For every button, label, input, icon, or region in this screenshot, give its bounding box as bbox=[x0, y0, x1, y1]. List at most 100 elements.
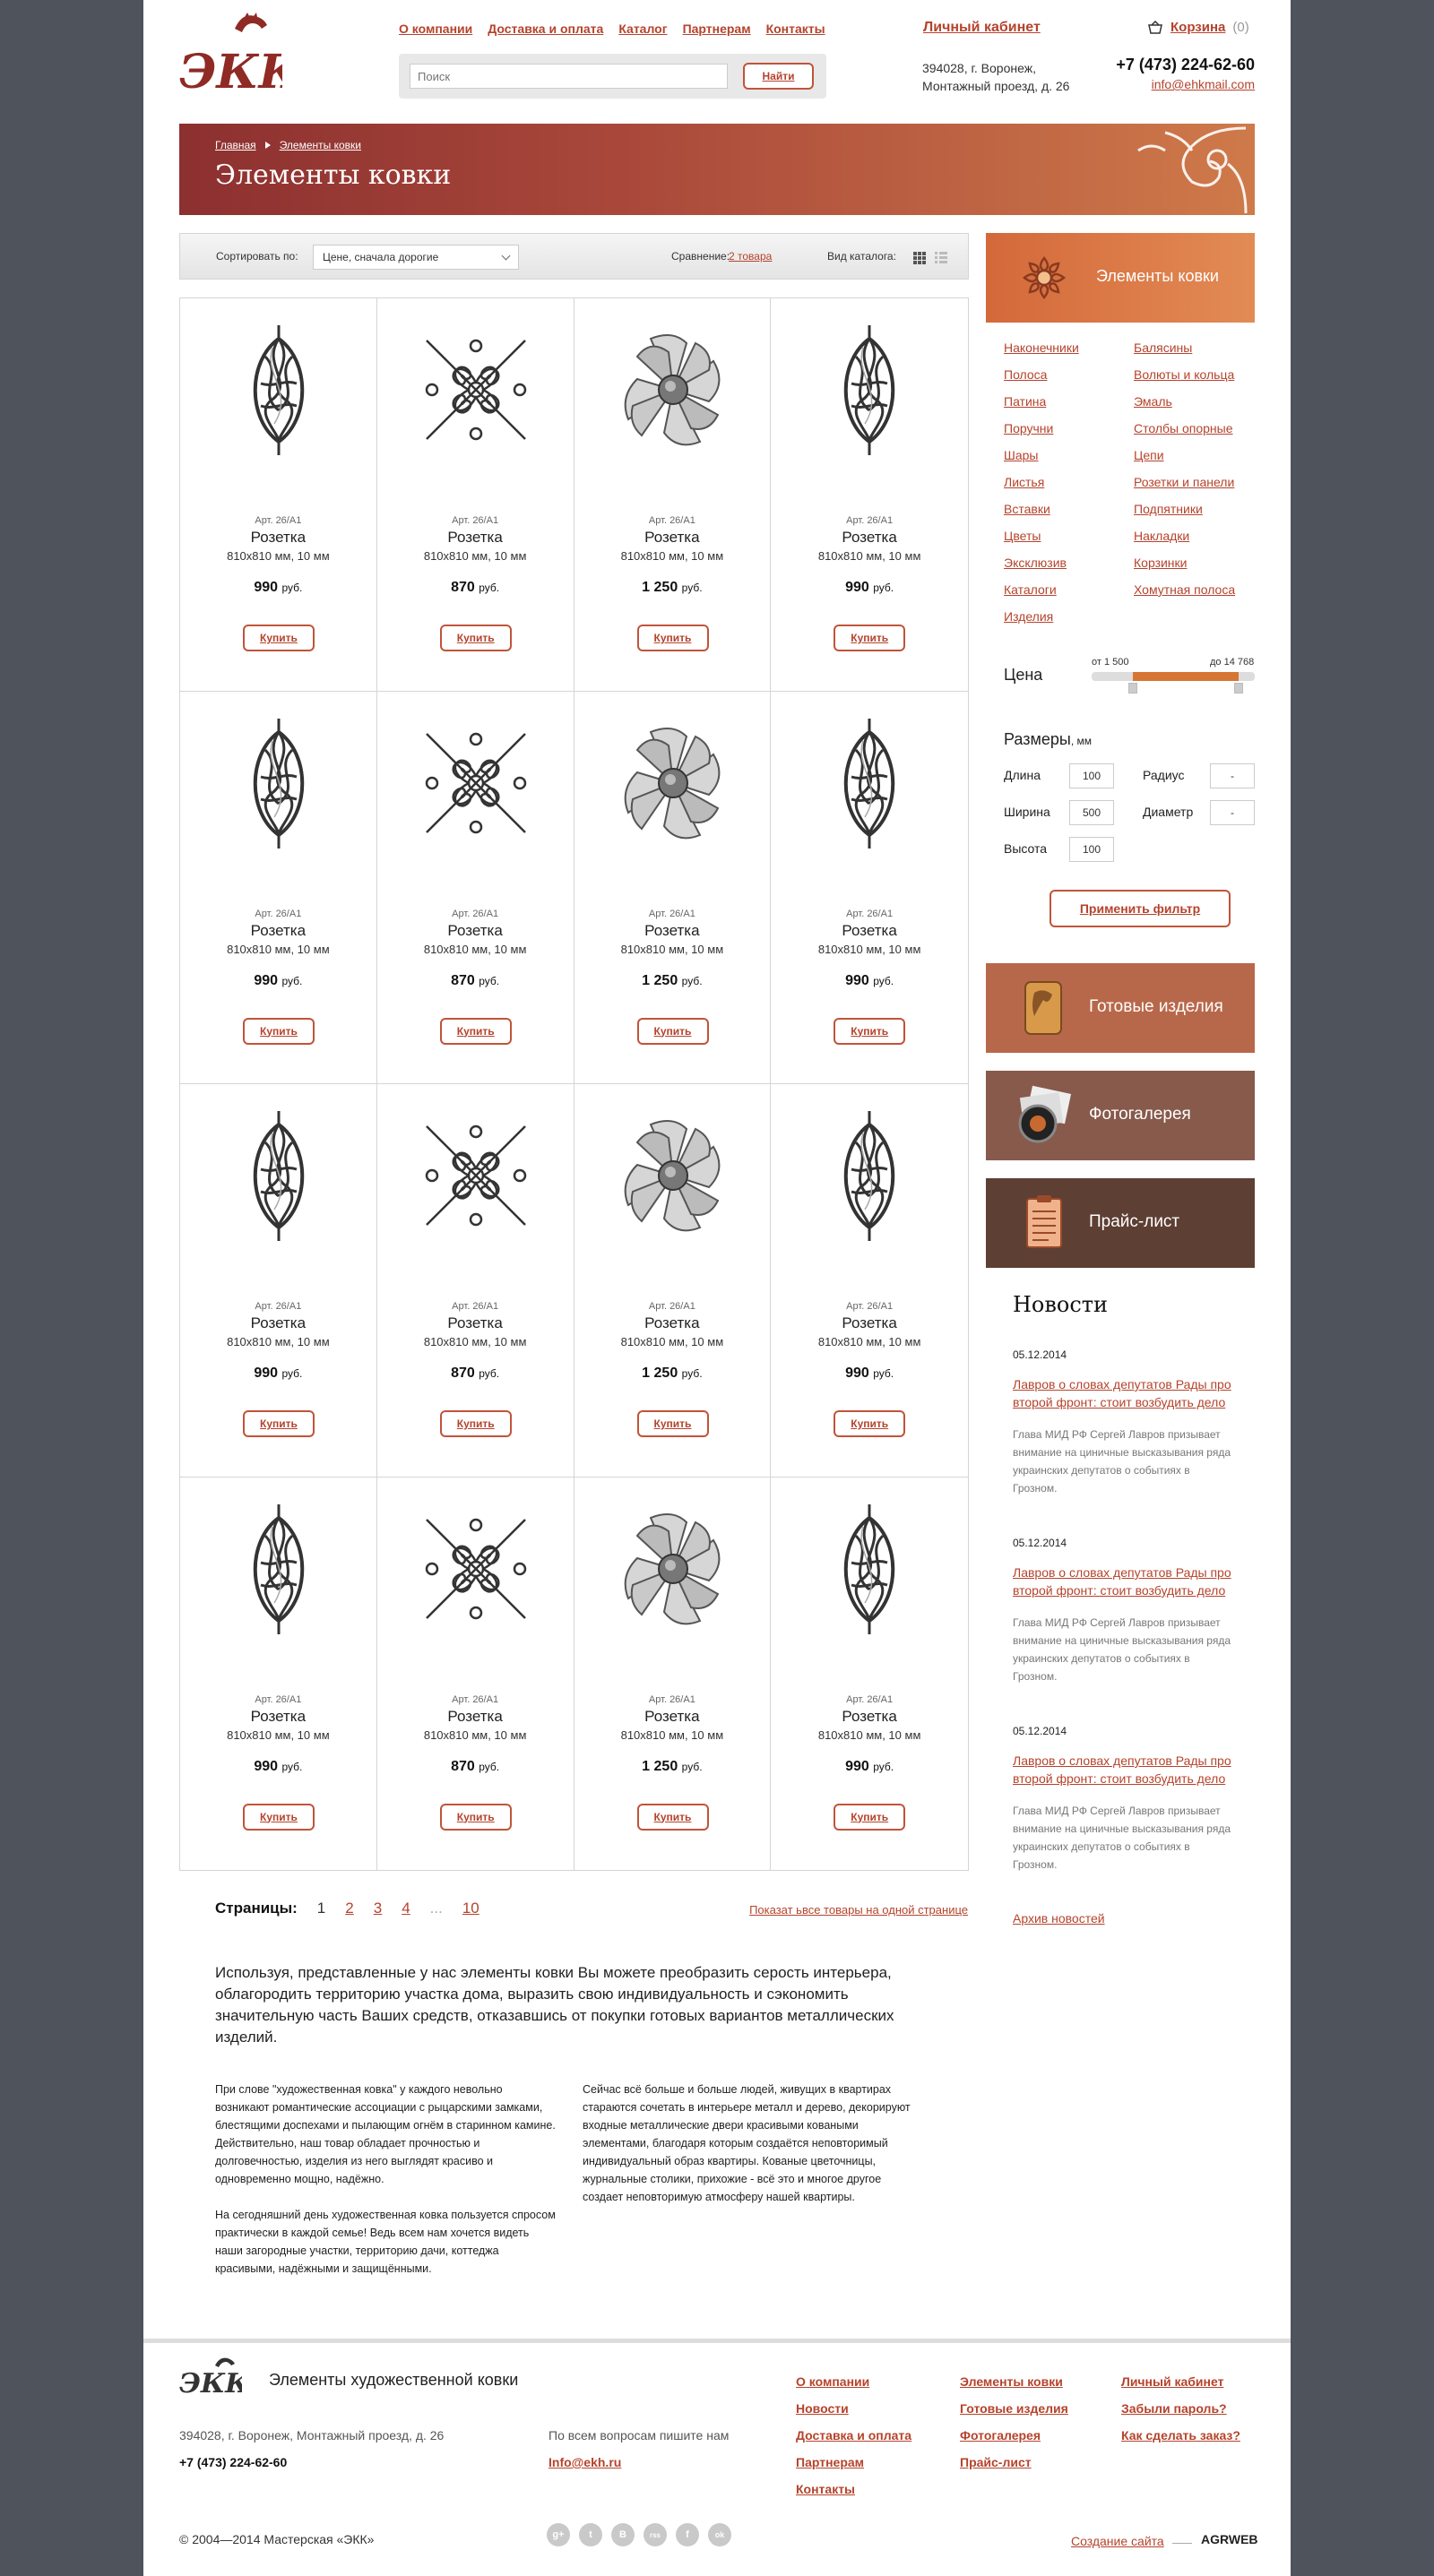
footer-link[interactable]: Прайс-лист bbox=[960, 2455, 1112, 2470]
product-name[interactable]: Розетка bbox=[180, 1314, 376, 1332]
grid-view-icon[interactable] bbox=[913, 252, 926, 264]
category-link[interactable]: Вставки bbox=[1004, 502, 1134, 518]
site-creation-link[interactable]: Создание сайта bbox=[1071, 2534, 1164, 2548]
footer-link[interactable]: Партнерам bbox=[796, 2455, 948, 2470]
buy-button[interactable]: Купить bbox=[243, 1017, 315, 1045]
category-link[interactable]: Накладки bbox=[1134, 529, 1255, 545]
product-image[interactable] bbox=[418, 1500, 534, 1639]
category-link[interactable]: Эмаль bbox=[1134, 394, 1255, 410]
product-name[interactable]: Розетка bbox=[574, 529, 771, 547]
category-header[interactable]: Элементы ковки bbox=[986, 233, 1255, 323]
category-link[interactable]: Хомутная полоса bbox=[1134, 582, 1255, 599]
apply-filter-button[interactable]: Применить фильтр bbox=[1050, 890, 1231, 927]
logo[interactable]: ЭКК bbox=[179, 9, 302, 99]
category-link[interactable]: Эксклюзив bbox=[1004, 556, 1134, 572]
category-link[interactable]: Балясины bbox=[1134, 340, 1255, 357]
buy-button[interactable]: Купить bbox=[834, 1017, 906, 1045]
search-button[interactable]: Найти bbox=[743, 63, 814, 90]
buy-button[interactable]: Купить bbox=[834, 1410, 906, 1437]
nav-delivery[interactable]: Доставка и оплата bbox=[488, 22, 603, 36]
twitter-icon[interactable]: t bbox=[579, 2523, 602, 2546]
pager-page[interactable]: 4 bbox=[402, 1900, 410, 1917]
price-list-banner[interactable]: Прайс-лист bbox=[986, 1178, 1255, 1268]
news-headline[interactable]: Лавров о словах депутатов Рады про второ… bbox=[1013, 1564, 1237, 1599]
product-name[interactable]: Розетка bbox=[377, 529, 574, 547]
product-card[interactable]: Арт. 26/А1 Розетка 810х810 мм, 10 мм 1 250 … bbox=[574, 298, 772, 692]
cart-link[interactable]: Корзина (0) bbox=[1147, 20, 1249, 35]
product-card[interactable]: Арт. 26/А1 Розетка 810х810 мм, 10 мм 990 ру… bbox=[771, 1478, 968, 1871]
nav-contacts[interactable]: Контакты bbox=[766, 22, 825, 36]
pager-page[interactable]: 2 bbox=[345, 1900, 353, 1917]
footer-link[interactable]: Элементы ковки bbox=[960, 2374, 1112, 2390]
footer-link[interactable]: Личный кабинет bbox=[1121, 2374, 1274, 2390]
search-input[interactable] bbox=[410, 64, 728, 89]
pager-page[interactable]: 3 bbox=[374, 1900, 382, 1917]
product-card[interactable]: Арт. 26/А1 Розетка 810х810 мм, 10 мм 990 ру… bbox=[180, 298, 377, 692]
buy-button[interactable]: Купить bbox=[439, 625, 512, 651]
news-archive-link[interactable]: Архив новостей bbox=[1013, 1911, 1105, 1926]
height-input[interactable] bbox=[1069, 837, 1114, 862]
buy-button[interactable]: Купить bbox=[243, 1803, 315, 1831]
product-name[interactable]: Розетка bbox=[377, 1314, 574, 1332]
news-headline[interactable]: Лавров о словах депутатов Рады про второ… bbox=[1013, 1375, 1237, 1411]
list-view-icon[interactable] bbox=[935, 252, 947, 264]
buy-button[interactable]: Купить bbox=[439, 1410, 512, 1437]
product-name[interactable]: Розетка bbox=[771, 529, 968, 547]
product-name[interactable]: Розетка bbox=[180, 529, 376, 547]
footer-link[interactable]: О компании bbox=[796, 2374, 948, 2390]
facebook-icon[interactable]: f bbox=[676, 2523, 699, 2546]
product-image[interactable] bbox=[615, 1500, 731, 1639]
category-link[interactable]: Подпятники bbox=[1134, 502, 1255, 518]
pager-last-page[interactable]: 10 bbox=[462, 1900, 479, 1917]
product-card[interactable]: Арт. 26/А1 Розетка 810х810 мм, 10 мм 870 ру… bbox=[377, 1477, 574, 1870]
photo-gallery-banner[interactable]: Фотогалерея bbox=[986, 1071, 1255, 1160]
product-image[interactable] bbox=[811, 321, 928, 460]
category-link[interactable]: Розетки и панели bbox=[1134, 475, 1255, 491]
product-image[interactable] bbox=[418, 1107, 534, 1245]
google-plus-icon[interactable]: g+ bbox=[547, 2523, 570, 2546]
breadcrumb-current[interactable]: Элементы ковки bbox=[280, 139, 361, 151]
product-card[interactable]: Арт. 26/А1 Розетка 810х810 мм, 10 мм 870 ру… bbox=[376, 1084, 574, 1478]
product-name[interactable]: Розетка bbox=[771, 1314, 968, 1332]
product-card[interactable]: Арт. 26/А1 Розетка 810х810 мм, 10 мм 1 250 … bbox=[574, 691, 772, 1084]
product-card[interactable]: Арт. 26/А1 Розетка 810х810 мм, 10 мм 870 ру… bbox=[376, 298, 574, 692]
category-link[interactable]: Поручни bbox=[1004, 421, 1134, 437]
nav-about[interactable]: О компании bbox=[399, 22, 472, 36]
product-card[interactable]: Арт. 26/А1 Розетка 810х810 мм, 10 мм 990 ру… bbox=[180, 1477, 377, 1870]
category-link[interactable]: Цветы bbox=[1004, 529, 1134, 545]
account-link[interactable]: Личный кабинет bbox=[923, 20, 1041, 36]
product-name[interactable]: Розетка bbox=[377, 1708, 574, 1726]
sort-select[interactable]: Цене, сначала дорогие bbox=[313, 245, 519, 270]
buy-button[interactable]: Купить bbox=[636, 1803, 709, 1831]
agency-logo[interactable]: AGRWEB bbox=[1201, 2532, 1258, 2546]
product-card[interactable]: Арт. 26/А1 Розетка 810х810 мм, 10 мм 1 250 … bbox=[574, 1477, 772, 1870]
product-name[interactable]: Розетка bbox=[771, 1708, 968, 1726]
footer-link[interactable]: Забыли пароль? bbox=[1121, 2401, 1274, 2417]
buy-button[interactable]: Купить bbox=[243, 625, 315, 651]
product-name[interactable]: Розетка bbox=[771, 922, 968, 940]
product-image[interactable] bbox=[811, 1500, 928, 1639]
product-image[interactable] bbox=[418, 321, 534, 460]
buy-button[interactable]: Купить bbox=[439, 1803, 512, 1831]
product-name[interactable]: Розетка bbox=[574, 1314, 771, 1332]
header-email[interactable]: info@ehkmail.com bbox=[1152, 77, 1255, 91]
footer-link[interactable]: Готовые изделия bbox=[960, 2401, 1112, 2417]
price-slider-min-handle[interactable] bbox=[1127, 683, 1137, 694]
product-image[interactable] bbox=[418, 714, 534, 853]
product-image[interactable] bbox=[220, 1107, 337, 1245]
product-image[interactable] bbox=[220, 1500, 337, 1639]
nav-partners[interactable]: Партнерам bbox=[683, 22, 751, 36]
category-link[interactable]: Корзинки bbox=[1134, 556, 1255, 572]
product-image[interactable] bbox=[220, 714, 337, 853]
product-image[interactable] bbox=[811, 1107, 928, 1245]
vk-icon[interactable]: B bbox=[611, 2523, 635, 2546]
product-name[interactable]: Розетка bbox=[574, 1708, 771, 1726]
price-slider[interactable] bbox=[1092, 672, 1255, 681]
ready-products-banner[interactable]: Готовые изделия bbox=[986, 963, 1255, 1053]
diameter-input[interactable] bbox=[1210, 800, 1255, 825]
product-card[interactable]: Арт. 26/А1 Розетка 810х810 мм, 10 мм 990 ру… bbox=[180, 691, 377, 1084]
product-image[interactable] bbox=[811, 714, 928, 853]
category-link[interactable]: Волюты и кольца bbox=[1134, 367, 1255, 383]
nav-catalog[interactable]: Каталог bbox=[618, 22, 667, 36]
category-link[interactable]: Цепи bbox=[1134, 448, 1255, 464]
